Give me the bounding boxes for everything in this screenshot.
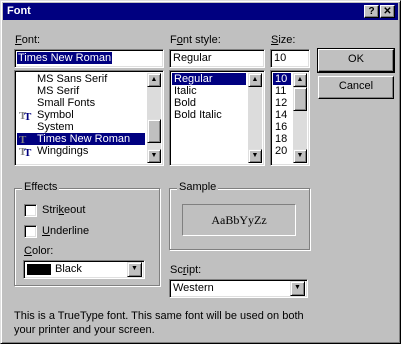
scroll-down-button[interactable]: ▼ [248, 149, 262, 163]
dropdown-arrow-icon[interactable]: ▼ [290, 281, 305, 296]
size-list-item[interactable]: 11 [273, 85, 291, 97]
scroll-up-button[interactable]: ▲ [248, 73, 262, 87]
font-label: Font: [15, 34, 41, 46]
sample-title: Sample [177, 181, 219, 193]
dropdown-arrow-icon[interactable]: ▼ [127, 262, 142, 277]
scroll-up-button[interactable]: ▲ [293, 73, 307, 87]
close-icon: ✕ [383, 6, 392, 17]
color-value: Black [55, 263, 82, 275]
svg-text:T: T [24, 111, 32, 121]
underline-label[interactable]: Underline [42, 225, 89, 237]
scroll-down-button[interactable]: ▼ [147, 149, 161, 163]
color-dropdown[interactable]: Black ▼ [23, 260, 145, 279]
underline-checkbox[interactable] [24, 225, 37, 238]
svg-text:T: T [24, 147, 32, 157]
font-list-item[interactable]: T T Symbol [17, 109, 145, 123]
font-name-list[interactable]: MS Sans Serif MS Serif Small Fonts T T Symbol… [14, 70, 164, 166]
svg-text:T: T [24, 135, 32, 145]
font-name-value: Times New Roman [17, 52, 113, 64]
size-input[interactable]: 10 [270, 49, 310, 68]
font-list-item-label: Wingdings [37, 145, 89, 157]
size-list-item[interactable]: 20 [273, 145, 291, 157]
scroll-thumb[interactable] [293, 87, 307, 111]
script-label: Script: [170, 264, 202, 276]
style-list-item[interactable]: Bold [172, 97, 246, 109]
effects-title: Effects [22, 181, 60, 193]
description-line-2: your printer and your screen. [14, 324, 155, 336]
sample-text: AaBbYyZz [211, 213, 267, 227]
help-button[interactable]: ? [364, 5, 379, 18]
font-dialog: Font ? ✕ Font: Times New Roman MS Sans S… [0, 0, 401, 344]
title-bar[interactable]: Font ? ✕ [3, 3, 398, 20]
font-list-item[interactable]: T T Times New Roman [17, 133, 145, 147]
style-list-item[interactable]: Bold Italic [172, 109, 246, 121]
size-label: Size: [271, 34, 296, 46]
style-list-item[interactable]: Regular [172, 73, 246, 85]
size-list-item[interactable]: 14 [273, 109, 291, 121]
font-list-item[interactable]: MS Serif [17, 85, 145, 97]
font-style-value: Regular [173, 52, 212, 64]
scroll-down-button[interactable]: ▼ [293, 149, 307, 163]
font-list-scrollbar[interactable]: ▲ ▼ [147, 73, 161, 163]
font-list-item-label: MS Sans Serif [37, 73, 108, 85]
font-list-item[interactable]: Small Fonts [17, 97, 145, 109]
scroll-thumb[interactable] [147, 119, 161, 143]
script-dropdown[interactable]: Western ▼ [169, 279, 308, 298]
font-style-label: Font style: [170, 34, 221, 46]
size-list[interactable]: 10 11 12 14 16 18 20 ▲ ▼ [270, 70, 310, 166]
close-button[interactable]: ✕ [380, 5, 395, 18]
script-value: Western [173, 282, 214, 294]
size-list-scrollbar[interactable]: ▲ ▼ [293, 73, 307, 163]
sample-preview-box: AaBbYyZz [182, 204, 296, 236]
truetype-icon: TT [19, 133, 33, 147]
strikeout-label[interactable]: Strikeout [42, 204, 85, 216]
dialog-title: Font [7, 5, 31, 17]
font-list-item-label: Times New Roman [37, 133, 131, 145]
font-list-item-label: Small Fonts [37, 97, 96, 109]
help-icon: ? [368, 6, 375, 17]
description-line-1: This is a TrueType font. This same font … [14, 310, 304, 322]
font-list-item[interactable]: System [17, 121, 145, 133]
scroll-up-button[interactable]: ▲ [147, 73, 161, 87]
color-label: Color: [24, 245, 54, 257]
font-list-item-label: Symbol [37, 109, 74, 121]
cancel-button[interactable]: Cancel [318, 76, 394, 99]
font-list-item-label: MS Serif [37, 85, 80, 97]
color-swatch [27, 264, 51, 275]
style-list-scrollbar[interactable]: ▲ ▼ [248, 73, 262, 163]
size-value: 10 [274, 52, 287, 64]
truetype-icon: TT [19, 109, 33, 123]
size-list-item[interactable]: 16 [273, 121, 291, 133]
font-style-input[interactable]: Regular [169, 49, 265, 68]
font-style-list[interactable]: Regular Italic Bold Bold Italic ▲ ▼ [169, 70, 265, 166]
size-list-item[interactable]: 18 [273, 133, 291, 145]
ok-button[interactable]: OK [317, 48, 395, 73]
font-list-item-label: System [37, 121, 74, 133]
font-name-input[interactable]: Times New Roman [14, 49, 164, 68]
font-list-item[interactable]: T T Wingdings [17, 145, 145, 159]
font-list-item[interactable]: MS Sans Serif [17, 73, 145, 85]
size-list-item[interactable]: 12 [273, 97, 291, 109]
truetype-icon: TT [19, 145, 33, 159]
strikeout-checkbox[interactable] [24, 204, 37, 217]
style-list-item[interactable]: Italic [172, 85, 246, 97]
size-list-item[interactable]: 10 [273, 73, 291, 85]
